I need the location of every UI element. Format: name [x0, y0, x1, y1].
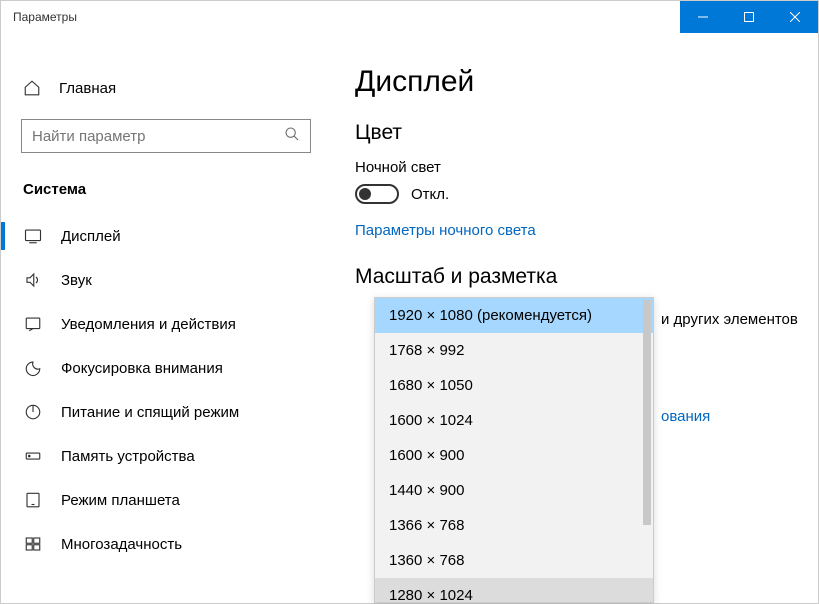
sidebar-item-display[interactable]: Дисплей — [7, 214, 325, 258]
sidebar-item-label: Уведомления и действия — [61, 316, 236, 333]
sidebar-item-label: Звук — [61, 272, 92, 289]
dropdown-list: 1920 × 1080 (рекомендуется) 1768 × 992 1… — [375, 298, 653, 602]
sidebar-item-tablet[interactable]: Режим планшета — [7, 478, 325, 522]
sidebar-item-power[interactable]: Питание и спящий режим — [7, 390, 325, 434]
sidebar-item-notifications[interactable]: Уведомления и действия — [7, 302, 325, 346]
dropdown-option[interactable]: 1600 × 1024 — [375, 403, 653, 438]
multitask-icon — [23, 535, 43, 553]
sidebar-item-label: Дисплей — [61, 228, 121, 245]
sidebar: Главная Система Дисплей Звук — [1, 33, 331, 603]
sidebar-item-label: Память устройства — [61, 448, 195, 465]
color-heading: Цвет — [355, 121, 794, 145]
minimize-button[interactable] — [680, 1, 726, 33]
dropdown-option[interactable]: 1768 × 992 — [375, 333, 653, 368]
toggle-state: Откл. — [411, 186, 449, 203]
maximize-button[interactable] — [726, 1, 772, 33]
sound-icon — [23, 271, 43, 289]
close-button[interactable] — [772, 1, 818, 33]
dropdown-option[interactable]: 1600 × 900 — [375, 438, 653, 473]
home-link[interactable]: Главная — [7, 65, 325, 111]
search-icon — [284, 126, 300, 147]
page-title: Дисплей — [355, 65, 794, 99]
section-title: Система — [7, 153, 325, 206]
scrollbar-thumb[interactable] — [643, 300, 651, 525]
obscured-text: и других элементов — [661, 311, 798, 328]
sidebar-item-label: Фокусировка внимания — [61, 360, 223, 377]
window-title: Параметры — [1, 10, 77, 24]
search-box[interactable] — [21, 119, 311, 153]
sidebar-item-sound[interactable]: Звук — [7, 258, 325, 302]
night-light-settings-link[interactable]: Параметры ночного света — [355, 222, 536, 239]
home-label: Главная — [59, 80, 116, 97]
notifications-icon — [23, 315, 43, 333]
nav-list: Дисплей Звук Уведомления и действия Фоку… — [7, 214, 325, 566]
sidebar-item-label: Питание и спящий режим — [61, 404, 239, 421]
dropdown-option[interactable]: 1366 × 768 — [375, 508, 653, 543]
dropdown-option[interactable]: 1360 × 768 — [375, 543, 653, 578]
search-input[interactable] — [32, 128, 284, 145]
tablet-icon — [23, 491, 43, 509]
home-icon — [23, 79, 41, 97]
dropdown-option[interactable]: 1440 × 900 — [375, 473, 653, 508]
scale-heading: Масштаб и разметка — [355, 265, 794, 289]
dropdown-option[interactable]: 1920 × 1080 (рекомендуется) — [375, 298, 653, 333]
obscured-link-fragment[interactable]: ования — [661, 408, 710, 425]
display-icon — [23, 227, 43, 245]
sidebar-item-multitask[interactable]: Многозадачность — [7, 522, 325, 566]
focus-icon — [23, 359, 43, 377]
titlebar: Параметры — [1, 1, 818, 33]
night-light-label: Ночной свет — [355, 159, 794, 176]
sidebar-item-focus[interactable]: Фокусировка внимания — [7, 346, 325, 390]
power-icon — [23, 403, 43, 421]
sidebar-item-storage[interactable]: Память устройства — [7, 434, 325, 478]
dropdown-option[interactable]: 1680 × 1050 — [375, 368, 653, 403]
dropdown-scrollbar[interactable] — [643, 300, 651, 600]
sidebar-item-label: Многозадачность — [61, 536, 182, 553]
toggle-knob — [359, 188, 371, 200]
window-controls — [680, 1, 818, 33]
storage-icon — [23, 447, 43, 465]
night-light-toggle[interactable] — [355, 184, 399, 204]
sidebar-item-label: Режим планшета — [61, 492, 180, 509]
dropdown-option[interactable]: 1280 × 1024 — [375, 578, 653, 602]
night-light-toggle-row: Откл. — [355, 184, 794, 204]
resolution-dropdown[interactable]: 1920 × 1080 (рекомендуется) 1768 × 992 1… — [374, 297, 654, 603]
